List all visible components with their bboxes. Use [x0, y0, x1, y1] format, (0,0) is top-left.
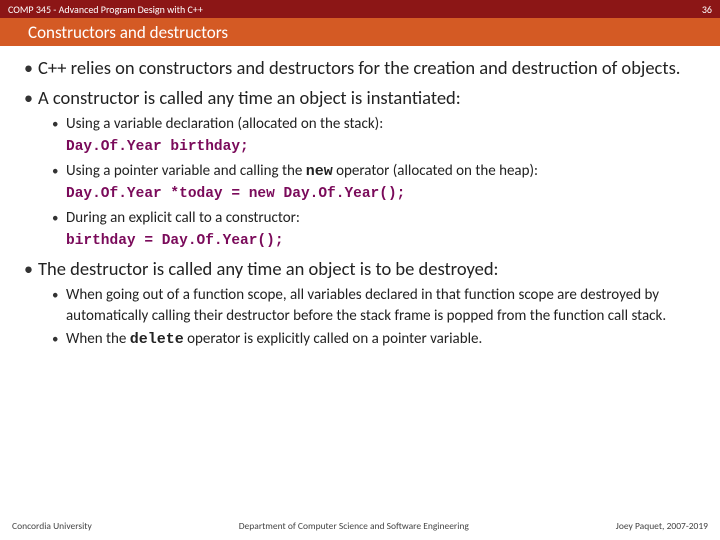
- bullet-text: When going out of a function scope, all …: [66, 285, 702, 327]
- bullet-text: Using a variable declaration (allocated …: [66, 114, 383, 135]
- bullet-icon: •: [52, 161, 66, 182]
- code-line: Day.Of.Year *today = new Day.Of.Year();: [66, 184, 702, 204]
- slide-title: Constructors and destructors: [28, 22, 228, 43]
- footer-center: Department of Computer Science and Softw…: [239, 520, 469, 532]
- text-fragment: operator (allocated on the heap):: [333, 162, 538, 180]
- slide: COMP 345 - Advanced Program Design with …: [0, 0, 720, 540]
- footer-right: Joey Paquet, 2007-2019: [616, 520, 708, 532]
- bullet-list-lvl2: • Using a variable declaration (allocate…: [52, 114, 702, 135]
- bullet-icon: •: [52, 285, 66, 306]
- bullet-list-lvl1: • C++ relies on constructors and destruc…: [24, 56, 702, 350]
- footer: Concordia University Department of Compu…: [0, 520, 720, 532]
- keyword-new: new: [306, 163, 333, 180]
- list-item: • When the delete operator is explicitly…: [52, 329, 702, 350]
- title-bar: Constructors and destructors: [0, 18, 720, 46]
- page-number: 36: [702, 3, 712, 16]
- bullet-icon: •: [24, 86, 38, 110]
- bullet-text: When the delete operator is explicitly c…: [66, 329, 482, 350]
- list-item: • A constructor is called any time an ob…: [24, 86, 702, 251]
- code-line: Day.Of.Year birthday;: [66, 137, 702, 157]
- bullet-text: C++ relies on constructors and destructo…: [38, 56, 680, 80]
- bullet-list-lvl2: • Using a pointer variable and calling t…: [52, 161, 702, 182]
- course-label: COMP 345 - Advanced Program Design with …: [8, 3, 203, 16]
- bullet-icon: •: [24, 56, 38, 80]
- list-item: • C++ relies on constructors and destruc…: [24, 56, 702, 80]
- bullet-text: The destructor is called any time an obj…: [38, 257, 499, 281]
- list-item: • Using a pointer variable and calling t…: [52, 161, 702, 182]
- list-item: • During an explicit call to a construct…: [52, 208, 702, 229]
- list-item: • The destructor is called any time an o…: [24, 257, 702, 350]
- bullet-text: Using a pointer variable and calling the…: [66, 161, 538, 182]
- text-fragment: When the: [66, 330, 130, 348]
- bullet-text: A constructor is called any time an obje…: [38, 86, 461, 110]
- code-line: birthday = Day.Of.Year();: [66, 231, 702, 251]
- text-fragment: Using a pointer variable and calling the: [66, 162, 306, 180]
- bullet-text: During an explicit call to a constructor…: [66, 208, 300, 229]
- bullet-list-lvl2: • When going out of a function scope, al…: [52, 285, 702, 350]
- bullet-icon: •: [52, 114, 66, 135]
- bullet-icon: •: [24, 257, 38, 281]
- bullet-list-lvl2: • During an explicit call to a construct…: [52, 208, 702, 229]
- top-bar: COMP 345 - Advanced Program Design with …: [0, 0, 720, 18]
- footer-left: Concordia University: [12, 520, 92, 532]
- list-item: • When going out of a function scope, al…: [52, 285, 702, 327]
- text-fragment: operator is explicitly called on a point…: [184, 330, 483, 348]
- keyword-delete: delete: [130, 331, 184, 348]
- content-area: • C++ relies on constructors and destruc…: [0, 46, 720, 540]
- bullet-icon: •: [52, 329, 66, 350]
- list-item: • Using a variable declaration (allocate…: [52, 114, 702, 135]
- bullet-icon: •: [52, 208, 66, 229]
